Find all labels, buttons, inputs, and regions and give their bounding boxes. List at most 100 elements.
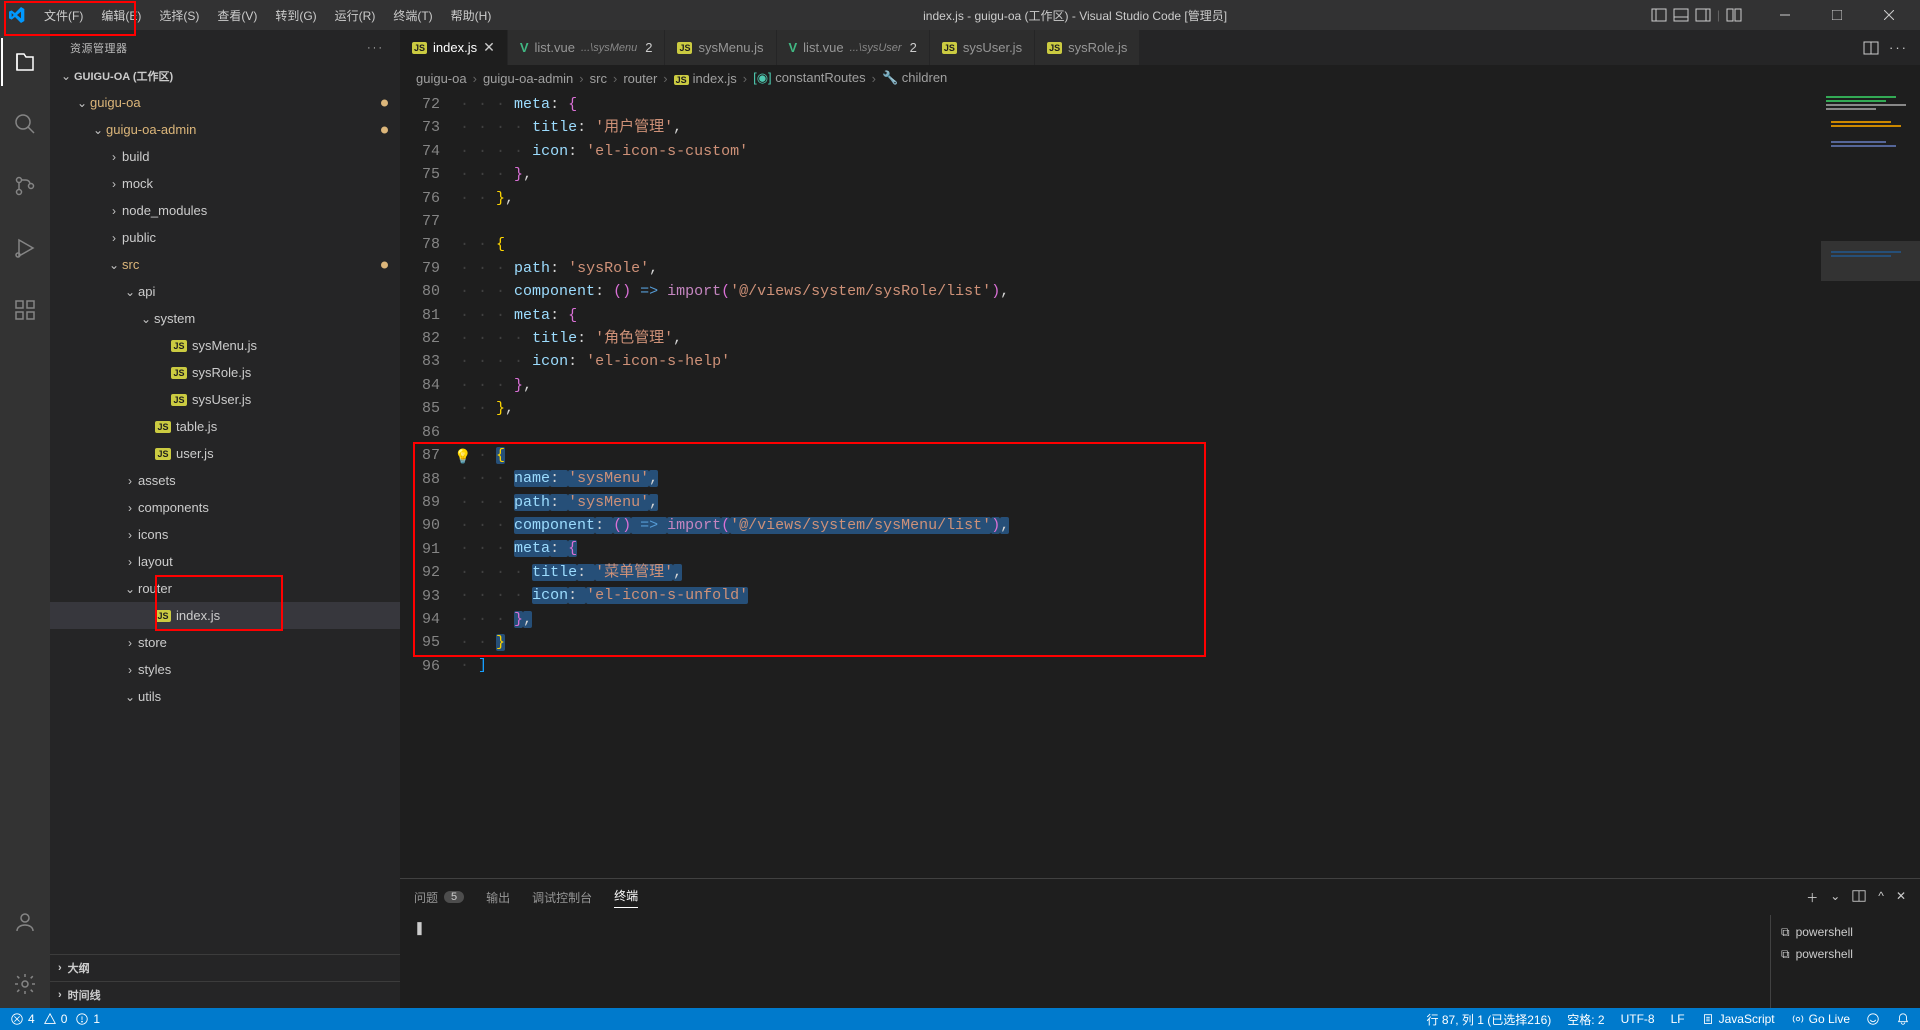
split-terminal-icon[interactable] <box>1852 889 1866 906</box>
vue-file-icon: V <box>520 40 529 55</box>
file-item[interactable]: JSuser.js <box>50 440 400 467</box>
editor-tab[interactable]: Vlist.vue...\sysUser2 <box>777 30 930 65</box>
status-spaces[interactable]: 空格: 2 <box>1567 1011 1604 1028</box>
window-controls <box>1762 0 1912 30</box>
run-debug-icon[interactable] <box>1 224 49 272</box>
close-button[interactable] <box>1866 0 1912 30</box>
status-errors[interactable]: 4 0 1 <box>10 1012 100 1026</box>
editor-tab[interactable]: JSsysUser.js <box>930 30 1035 65</box>
folder-item[interactable]: ⌄system <box>50 305 400 332</box>
account-icon[interactable] <box>1 898 49 946</box>
bottom-panel: 问题5 输出 调试控制台 终端 ＋ ⌄ ^ ✕ ❚ ⧉powershell⧉power… <box>400 878 1920 1008</box>
status-cursor[interactable]: 行 87, 列 1 (已选择216) <box>1427 1011 1552 1028</box>
editor-tabs: JSindex.js✕Vlist.vue...\sysMenu2JSsysMen… <box>400 30 1920 65</box>
breadcrumb[interactable]: guigu-oa›guigu-oa-admin›src›router›JSind… <box>400 65 1920 91</box>
js-file-icon: JS <box>170 340 188 352</box>
menu-item[interactable]: 终端(T) <box>385 3 440 28</box>
panel-tab[interactable]: 问题5 <box>414 889 464 906</box>
menu-item[interactable]: 运行(R) <box>327 3 384 28</box>
extensions-icon[interactable] <box>1 286 49 334</box>
menu-item[interactable]: 编辑(E) <box>93 3 149 28</box>
terminal-body[interactable]: ❚ <box>400 915 1770 1008</box>
status-feedback-icon[interactable] <box>1866 1012 1880 1026</box>
panel-tab[interactable]: 输出 <box>486 889 510 906</box>
source-control-icon[interactable] <box>1 162 49 210</box>
menu-item[interactable]: 文件(F) <box>36 3 91 28</box>
status-eol[interactable]: LF <box>1671 1012 1685 1026</box>
terminal-entry[interactable]: ⧉powershell <box>1781 921 1910 943</box>
chevron-down-icon: ⌄ <box>122 690 138 704</box>
file-item[interactable]: JSsysUser.js <box>50 386 400 413</box>
split-editor-icon[interactable] <box>1863 40 1879 56</box>
folder-item[interactable]: ›store <box>50 629 400 656</box>
chevron-right-icon: › <box>122 474 138 488</box>
close-tab-icon[interactable]: ✕ <box>483 39 495 56</box>
terminal-entry[interactable]: ⧉powershell <box>1781 943 1910 965</box>
minimap[interactable] <box>1820 91 1920 878</box>
vscode-logo-icon <box>8 6 26 24</box>
folder-item[interactable]: ›public <box>50 224 400 251</box>
breadcrumb-item[interactable]: JSindex.js <box>674 71 737 86</box>
status-golive[interactable]: Go Live <box>1791 1012 1850 1026</box>
outline-section[interactable]: ›大纲 <box>50 954 400 981</box>
maximize-panel-icon[interactable]: ^ <box>1878 889 1884 906</box>
folder-item[interactable]: ›build <box>50 143 400 170</box>
maximize-button[interactable] <box>1814 0 1860 30</box>
folder-item[interactable]: ›mock <box>50 170 400 197</box>
sidebar-more-icon[interactable]: ··· <box>367 42 384 54</box>
breadcrumb-item[interactable]: guigu-oa <box>416 71 467 86</box>
menu-item[interactable]: 帮助(H) <box>443 3 500 28</box>
breadcrumb-item[interactable]: 🔧 children <box>882 70 947 86</box>
folder-item[interactable]: ⌄utils <box>50 683 400 710</box>
folder-item[interactable]: ›layout <box>50 548 400 575</box>
workspace-root[interactable]: ⌄ GUIGU-OA (工作区) <box>50 62 400 89</box>
folder-item[interactable]: ⌄api <box>50 278 400 305</box>
folder-item[interactable]: ⌄router <box>50 575 400 602</box>
folder-item[interactable]: ⌄guigu-oa-admin <box>50 116 400 143</box>
code-editor[interactable]: · · · meta: {· · · · title: '用户管理',· · ·… <box>460 91 1820 878</box>
file-item[interactable]: JSsysMenu.js <box>50 332 400 359</box>
close-panel-icon[interactable]: ✕ <box>1896 889 1906 906</box>
status-bell-icon[interactable] <box>1896 1012 1910 1026</box>
menu-item[interactable]: 选择(S) <box>151 3 207 28</box>
breadcrumb-item[interactable]: router <box>623 71 657 86</box>
folder-item[interactable]: ›components <box>50 494 400 521</box>
file-item[interactable]: JSindex.js <box>50 602 400 629</box>
breadcrumb-item[interactable]: src <box>590 71 607 86</box>
breadcrumb-item[interactable]: [◉] constantRoutes <box>753 70 866 86</box>
folder-item[interactable]: ›node_modules <box>50 197 400 224</box>
chevron-right-icon: › <box>122 636 138 650</box>
panel-tab[interactable]: 终端 <box>614 887 638 908</box>
folder-item[interactable]: ›icons <box>50 521 400 548</box>
more-actions-icon[interactable]: ··· <box>1889 40 1908 55</box>
menu-item[interactable]: 转到(G) <box>267 3 324 28</box>
panel-tab[interactable]: 调试控制台 <box>532 889 592 906</box>
chevron-down-icon: ⌄ <box>138 312 154 326</box>
editor-tab[interactable]: JSsysMenu.js <box>665 30 776 65</box>
terminal-dropdown-icon[interactable]: ⌄ <box>1830 889 1840 906</box>
timeline-section[interactable]: ›时间线 <box>50 981 400 1008</box>
folder-item[interactable]: ⌄src <box>50 251 400 278</box>
settings-gear-icon[interactable] <box>1 960 49 1008</box>
folder-item[interactable]: ⌄guigu-oa <box>50 89 400 116</box>
editor-tab[interactable]: Vlist.vue...\sysMenu2 <box>508 30 666 65</box>
search-icon[interactable] <box>1 100 49 148</box>
js-file-icon: JS <box>154 448 172 460</box>
titlebar: 文件(F)编辑(E)选择(S)查看(V)转到(G)运行(R)终端(T)帮助(H)… <box>0 0 1920 30</box>
terminal-list: ⧉powershell⧉powershell <box>1770 915 1920 1008</box>
explorer-sidebar: 资源管理器 ··· ⌄ GUIGU-OA (工作区) ⌄guigu-oa⌄gui… <box>50 30 400 1008</box>
status-language[interactable]: JavaScript <box>1701 1012 1775 1026</box>
folder-item[interactable]: ›styles <box>50 656 400 683</box>
explorer-icon[interactable] <box>1 38 49 86</box>
editor-tab[interactable]: JSindex.js✕ <box>400 30 508 65</box>
layout-controls[interactable]: | <box>1651 7 1742 23</box>
file-item[interactable]: JStable.js <box>50 413 400 440</box>
minimize-button[interactable] <box>1762 0 1808 30</box>
folder-item[interactable]: ›assets <box>50 467 400 494</box>
file-item[interactable]: JSsysRole.js <box>50 359 400 386</box>
breadcrumb-item[interactable]: guigu-oa-admin <box>483 71 573 86</box>
menu-item[interactable]: 查看(V) <box>209 3 265 28</box>
editor-tab[interactable]: JSsysRole.js <box>1035 30 1140 65</box>
status-encoding[interactable]: UTF-8 <box>1621 1012 1655 1026</box>
new-terminal-icon[interactable]: ＋ <box>1806 889 1818 906</box>
